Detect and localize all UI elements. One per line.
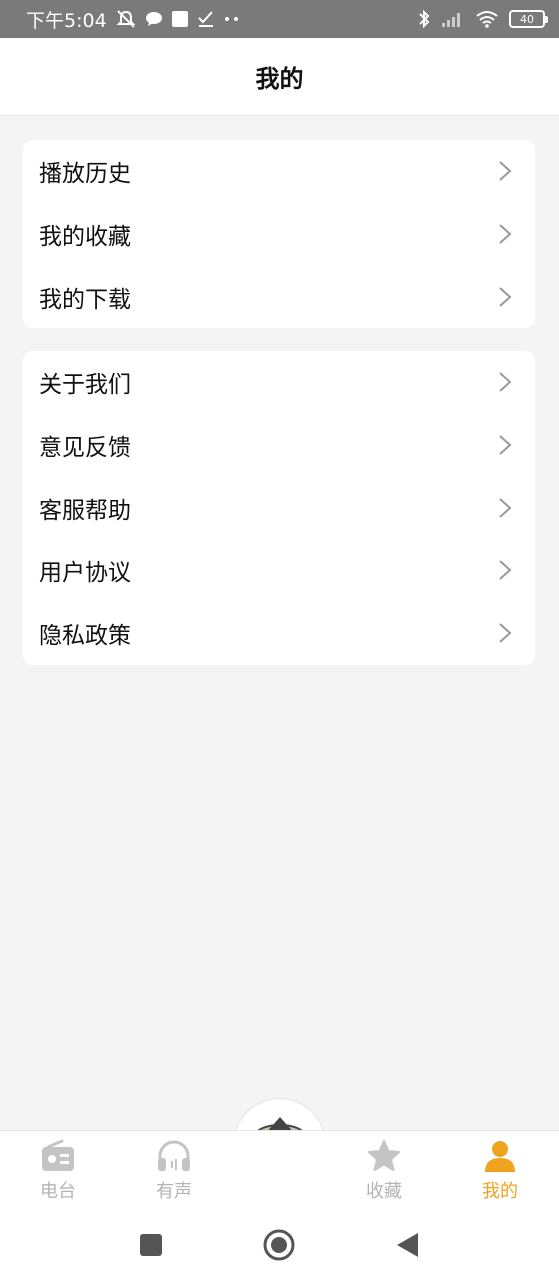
battery-level: 40 (520, 12, 534, 26)
menu-item-label: 用户协议 (39, 560, 131, 587)
menu-item-play-history[interactable]: 播放历史 (23, 140, 535, 203)
home-circle-icon (263, 1229, 295, 1261)
menu-item-feedback[interactable]: 意见反馈 (23, 414, 535, 477)
signal-icon (441, 10, 465, 28)
page-title: 我的 (255, 65, 304, 93)
back-button[interactable] (390, 1228, 424, 1262)
chevron-right-icon (499, 623, 512, 643)
mute-icon (115, 9, 137, 29)
status-bar: 下午5:04 40 (0, 0, 559, 38)
battery-icon: 40 (509, 10, 548, 28)
menu-card-primary: 播放历史 我的收藏 我的下载 (23, 140, 535, 328)
menu-item-user-agreement[interactable]: 用户协议 (23, 539, 535, 602)
menu-card-secondary: 关于我们 意见反馈 客服帮助 用户协议 隐私政策 (23, 351, 535, 665)
tab-favorites[interactable]: 收藏 (344, 1131, 424, 1211)
tab-audio[interactable]: 有声 (134, 1131, 214, 1211)
chevron-right-icon (499, 435, 512, 455)
recent-apps-button[interactable] (134, 1228, 168, 1262)
menu-item-label: 隐私政策 (39, 623, 131, 650)
headphones-icon (158, 1140, 190, 1171)
tab-label: 电台 (40, 1181, 76, 1202)
tab-radio[interactable]: 电台 (18, 1131, 98, 1211)
chevron-right-icon (499, 224, 512, 244)
square-icon (140, 1234, 162, 1256)
menu-item-label: 意见反馈 (39, 435, 131, 462)
bluetooth-icon (417, 9, 431, 29)
menu-item-label: 我的收藏 (39, 224, 131, 251)
tab-mine[interactable]: 我的 (460, 1131, 540, 1211)
chat-icon (145, 11, 163, 27)
check-icon (197, 10, 215, 28)
menu-item-privacy-policy[interactable]: 隐私政策 (23, 602, 535, 665)
menu-item-my-favorites[interactable]: 我的收藏 (23, 203, 535, 266)
header: 我的 (0, 38, 559, 116)
menu-item-label: 播放历史 (39, 161, 131, 188)
tab-label: 我的 (482, 1181, 518, 1202)
chevron-right-icon (499, 497, 512, 518)
tab-label: 收藏 (366, 1181, 402, 1202)
menu-item-my-downloads[interactable]: 我的下载 (23, 265, 535, 328)
menu-item-customer-help[interactable]: 客服帮助 (23, 476, 535, 539)
menu-item-label: 客服帮助 (39, 497, 131, 524)
bottom-tab-bar: 电台 有声 收藏 我的 (0, 1130, 559, 1210)
square-icon (171, 10, 189, 28)
tab-label: 有声 (156, 1181, 192, 1202)
user-icon (485, 1141, 515, 1172)
back-triangle-icon (397, 1233, 418, 1257)
chevron-right-icon (499, 560, 512, 581)
more-dots-icon (223, 15, 241, 23)
menu-item-label: 关于我们 (39, 372, 131, 399)
status-time: 下午5:04 (26, 9, 107, 32)
menu-item-about-us[interactable]: 关于我们 (23, 351, 535, 414)
star-icon (368, 1140, 400, 1171)
chevron-right-icon (499, 161, 512, 182)
home-button[interactable] (262, 1228, 296, 1262)
system-nav-bar (0, 1210, 559, 1280)
chevron-right-icon (499, 372, 512, 393)
chevron-right-icon (499, 286, 512, 307)
menu-item-label: 我的下载 (39, 286, 131, 313)
wifi-icon (475, 10, 499, 28)
radio-icon (42, 1139, 74, 1171)
